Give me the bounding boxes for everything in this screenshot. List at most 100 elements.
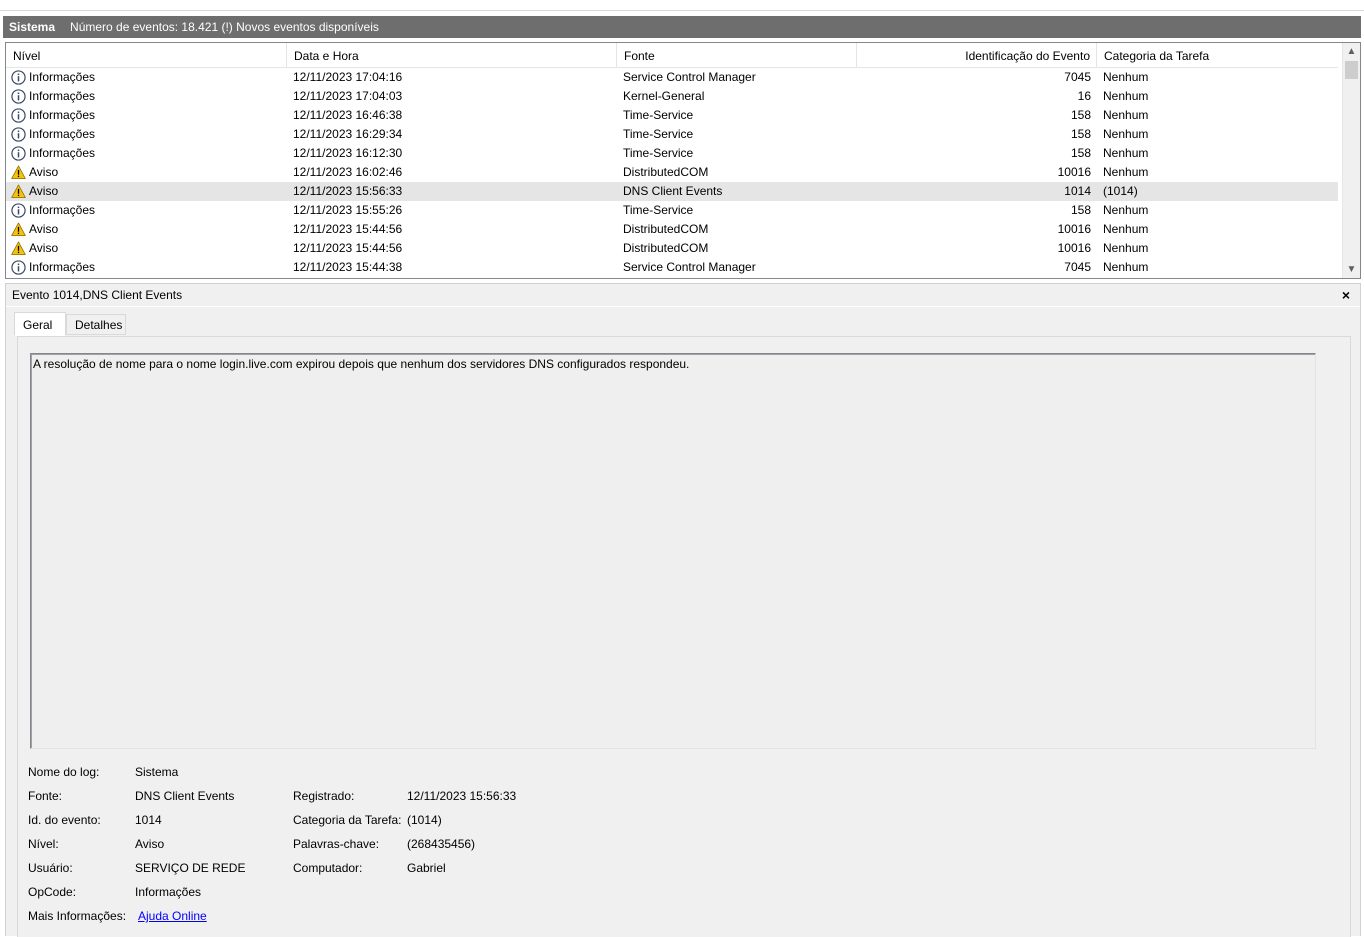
level-cell: Informações (11, 258, 287, 277)
datetime-cell: 12/11/2023 15:44:56 (293, 222, 403, 236)
event-count-info: Número de eventos: 18.421 (!) Novos even… (70, 20, 379, 34)
level-cell: Informações (11, 106, 287, 125)
level-text: Aviso (29, 241, 59, 255)
source-cell: Time-Service (623, 203, 694, 217)
table-row[interactable]: Aviso 12/11/2023 16:02:46 DistributedCOM 10… (6, 163, 1338, 182)
logged-label: Registrado: (293, 789, 355, 803)
info-icon (11, 89, 29, 104)
tab-details[interactable]: Detalhes (66, 314, 126, 335)
datetime-cell: 12/11/2023 17:04:03 (293, 89, 403, 103)
event-id-label: Id. do evento: (28, 813, 101, 827)
scrollbar-thumb[interactable] (1345, 61, 1358, 79)
warning-icon (11, 184, 29, 199)
user-label: Usuário: (28, 861, 73, 875)
close-icon[interactable]: × (1342, 284, 1350, 306)
source-cell: DNS Client Events (623, 184, 723, 198)
task-category-cell: Nenhum (1103, 165, 1149, 179)
column-header-task-category[interactable]: Categoria da Tarefa (1097, 43, 1338, 67)
datetime-cell: 12/11/2023 16:12:30 (293, 146, 403, 160)
general-tab-content: A resolução de nome para o nome login.li… (17, 336, 1351, 937)
online-help-link[interactable]: Ajuda Online (138, 909, 207, 923)
event-id-cell: 10016 (1057, 241, 1091, 255)
source-cell: DistributedCOM (623, 222, 709, 236)
event-list[interactable]: Nível Data e Hora Fonte Identificação do… (5, 42, 1361, 279)
level-text: Aviso (29, 184, 59, 198)
table-row[interactable]: Informações 12/11/2023 16:29:34 Time-Servi… (6, 125, 1338, 144)
level-cell: Informações (11, 125, 287, 144)
task-category-cell: Nenhum (1103, 108, 1149, 122)
level-text: Informações (29, 108, 96, 122)
level-cell: Aviso (11, 163, 287, 182)
event-id-cell: 158 (1070, 127, 1091, 141)
scroll-up-icon[interactable]: ▲ (1343, 43, 1360, 60)
task-category-cell: Nenhum (1103, 241, 1149, 255)
event-id-cell: 158 (1070, 108, 1091, 122)
table-row[interactable]: Informações 12/11/2023 17:04:03 Kernel-Gen… (6, 87, 1338, 106)
column-header-level[interactable]: Nível (6, 43, 287, 67)
info-icon (11, 70, 29, 85)
column-header-event-id[interactable]: Identificação do Evento (857, 43, 1097, 67)
info-icon (11, 146, 29, 161)
event-id-cell: 7045 (1064, 260, 1091, 274)
level-cell: Informações (11, 144, 287, 163)
task-category-label: Categoria da Tarefa: (293, 813, 402, 827)
event-id-cell: 10016 (1057, 165, 1091, 179)
column-header-source[interactable]: Fonte (617, 43, 857, 67)
task-category-cell: Nenhum (1103, 203, 1149, 217)
detail-header: Evento 1014,DNS Client Events × (6, 284, 1360, 307)
column-header-datetime[interactable]: Data e Hora (287, 43, 617, 67)
more-info-label: Mais Informações: (28, 909, 127, 923)
log-title-bar: Sistema Número de eventos: 18.421 (!) No… (3, 16, 1361, 38)
event-id-cell: 16 (1077, 89, 1091, 103)
table-row[interactable]: Informações 12/11/2023 15:55:26 Time-Servi… (6, 201, 1338, 220)
table-row[interactable]: Aviso 12/11/2023 15:44:56 DistributedCOM 10… (6, 239, 1338, 258)
table-row[interactable]: Informações 12/11/2023 16:46:38 Time-Servi… (6, 106, 1338, 125)
event-id-cell: 158 (1070, 203, 1091, 217)
event-id-cell: 10016 (1057, 222, 1091, 236)
task-category-cell: Nenhum (1103, 222, 1149, 236)
event-detail-panel: Evento 1014,DNS Client Events × Geral De… (5, 283, 1361, 937)
task-category-cell: Nenhum (1103, 70, 1149, 84)
table-row[interactable]: Informações 12/11/2023 16:12:30 Time-Servi… (6, 144, 1338, 163)
table-row[interactable]: Aviso 12/11/2023 15:44:56 DistributedCOM 10… (6, 220, 1338, 239)
log-name-label: Nome do log: (28, 765, 100, 779)
level-cell: Informações (11, 201, 287, 220)
table-row[interactable]: Informações 12/11/2023 15:44:38 Service Co… (6, 258, 1338, 277)
scroll-down-icon[interactable]: ▼ (1343, 261, 1360, 278)
datetime-cell: 12/11/2023 16:46:38 (293, 108, 403, 122)
event-rows: Informações 12/11/2023 17:04:16 Service Co… (6, 68, 1338, 277)
table-row[interactable]: Informações 12/11/2023 17:04:16 Service Co… (6, 68, 1338, 87)
opcode-label: OpCode: (28, 885, 77, 899)
source-value: DNS Client Events (135, 789, 235, 803)
event-list-header: Nível Data e Hora Fonte Identificação do… (6, 43, 1338, 68)
info-icon (11, 108, 29, 123)
top-strip (0, 0, 1364, 11)
vertical-scrollbar[interactable]: ▲ ▼ (1342, 43, 1360, 278)
level-text: Informações (29, 89, 96, 103)
log-name-value: Sistema (135, 765, 179, 779)
event-description[interactable]: A resolução de nome para o nome login.li… (30, 353, 1316, 749)
source-cell: DistributedCOM (623, 165, 709, 179)
level-text: Informações (29, 127, 96, 141)
event-id-cell: 1014 (1064, 184, 1091, 198)
event-id-cell: 158 (1070, 146, 1091, 160)
level-text: Informações (29, 146, 96, 160)
log-name: Sistema (9, 20, 56, 34)
tab-general[interactable]: Geral (14, 312, 66, 336)
task-category-cell: Nenhum (1103, 89, 1149, 103)
warning-icon (11, 241, 29, 256)
logged-value: 12/11/2023 15:56:33 (407, 789, 517, 803)
datetime-cell: 12/11/2023 17:04:16 (293, 70, 403, 84)
level-value: Aviso (135, 837, 165, 851)
table-row[interactable]: Aviso 12/11/2023 15:56:33 DNS Client Event… (6, 182, 1338, 201)
datetime-cell: 12/11/2023 15:44:56 (293, 241, 403, 255)
level-cell: Aviso (11, 239, 287, 258)
datetime-cell: 12/11/2023 15:56:33 (293, 184, 403, 198)
computer-value: Gabriel (407, 861, 446, 875)
info-icon (11, 203, 29, 218)
keywords-value: (268435456) (407, 837, 476, 851)
task-category-value: (1014) (407, 813, 442, 827)
event-id-cell: 7045 (1064, 70, 1091, 84)
source-cell: DistributedCOM (623, 241, 709, 255)
event-id-value: 1014 (135, 813, 162, 827)
